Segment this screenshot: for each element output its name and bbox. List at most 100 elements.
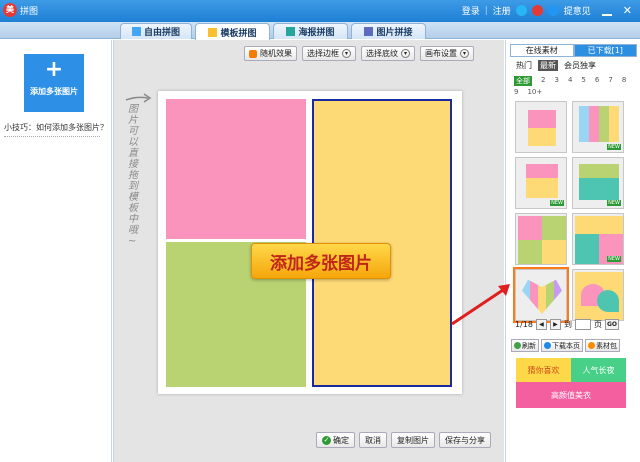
page-unit-label: 页 (593, 320, 602, 329)
add-images-tile[interactable]: + 添加多张图片 (24, 54, 84, 112)
collage-paper: 添加多张图片 (158, 91, 462, 394)
promo-guess-you-like[interactable]: 猜你喜欢 (516, 358, 571, 382)
select-border-button[interactable]: 选择边框 ▾ (302, 46, 356, 61)
tab-template[interactable]: 模板拼图 (195, 23, 270, 40)
tab-splice[interactable]: 图片拼接 (351, 23, 426, 39)
count-10plus[interactable]: 10+ (527, 88, 542, 96)
login-link[interactable]: 登录 (462, 4, 480, 17)
dice-icon (249, 49, 257, 58)
chevron-down-icon: ▾ (460, 49, 469, 58)
drag-hint-text: 图片可以直接拖到模板中哦~ (128, 104, 138, 247)
count-9[interactable]: 9 (514, 88, 518, 96)
thumb-block (528, 110, 556, 128)
feedback-icon (547, 5, 559, 16)
page-number-input[interactable] (574, 319, 591, 330)
title-bar-actions: 登录 | 注册 提意见 ✕ (462, 4, 632, 17)
thumb-block (542, 216, 566, 240)
tab-freeform[interactable]: 自由拼图 (120, 23, 192, 39)
go-button[interactable]: GO (604, 319, 619, 330)
material-pack-button[interactable]: 素材包 (585, 339, 620, 352)
random-effect-label: 随机效果 (260, 49, 292, 58)
filter-hot[interactable]: 热门 (514, 60, 534, 71)
template-thumbnail[interactable]: NEW (572, 213, 624, 265)
qq-icon[interactable] (515, 5, 527, 16)
copy-image-button[interactable]: 复制图片 (391, 432, 435, 448)
feedback-link[interactable]: 提意见 (564, 4, 591, 17)
add-images-label: 添加多张图片 (30, 87, 78, 96)
thumbnail-pager: 1/18 ◀ ▶ 到 页 GO (515, 319, 619, 330)
canvas-toolbar: 随机效果 选择边框 ▾ 选择底纹 ▾ 画布设置 ▾ (244, 46, 474, 61)
tab-online-materials[interactable]: 在线素材 (510, 44, 574, 57)
splice-icon (364, 27, 374, 36)
tab-template-label: 模板拼图 (220, 28, 257, 39)
material-actions: 刷新 下载本页 素材包 (511, 339, 620, 352)
hint-arrow-icon (125, 93, 152, 103)
count-4[interactable]: 4 (568, 76, 572, 86)
template-thumbnail[interactable] (572, 269, 624, 321)
next-page-icon[interactable]: ▶ (549, 319, 561, 330)
thumb-block (518, 240, 542, 264)
count-6[interactable]: 6 (595, 76, 599, 86)
prev-page-icon[interactable]: ◀ (535, 319, 547, 330)
new-badge: NEW (607, 256, 621, 262)
refresh-button[interactable]: 刷新 (511, 339, 539, 352)
count-2[interactable]: 2 (541, 76, 545, 86)
photo-count-filter: 全部 2 3 4 5 6 7 8 9 10+ (514, 76, 634, 96)
thumb-block (526, 178, 558, 198)
template-slot-top-left[interactable] (166, 99, 306, 239)
save-share-button[interactable]: 保存与分享 (439, 432, 491, 448)
new-badge: NEW (607, 144, 621, 150)
template-thumbnail[interactable] (515, 213, 567, 265)
count-all[interactable]: 全部 (514, 76, 532, 86)
count-3[interactable]: 3 (554, 76, 558, 86)
thumb-block (575, 234, 599, 264)
filter-vip[interactable]: 会员独享 (562, 60, 598, 71)
download-page-button[interactable]: 下载本页 (541, 339, 583, 352)
register-link[interactable]: 注册 (493, 4, 511, 17)
filter-newest[interactable]: 最新 (538, 60, 558, 71)
confirm-button[interactable]: ✓ 确定 (316, 432, 355, 448)
count-5[interactable]: 5 (581, 76, 585, 86)
tip-divider (4, 136, 100, 137)
count-8[interactable]: 8 (622, 76, 626, 86)
template-thumbnail[interactable]: NEW (572, 101, 624, 153)
template-thumbnail-grid: NEW NEW NEW NEW (513, 101, 627, 325)
template-thumbnail-selected[interactable] (513, 267, 569, 323)
heart-mosaic (522, 279, 562, 314)
thumb-block (597, 290, 619, 312)
thumb-block (542, 240, 566, 264)
bottom-action-bar: ✓ 确定 取消 复制图片 保存与分享 (316, 432, 491, 448)
tip-link[interactable]: 小技巧：如何添加多张图片？ (4, 122, 108, 133)
left-panel: + 添加多张图片 小技巧：如何添加多张图片？ (0, 40, 112, 462)
thumb-block (518, 216, 542, 240)
promo-fashion[interactable]: 高颜值美衣 (516, 382, 626, 408)
promo-popular[interactable]: 人气长夜 (571, 358, 626, 382)
confirm-label: 确定 (333, 435, 349, 445)
minimize-icon[interactable] (601, 6, 612, 16)
select-texture-label: 选择底纹 (366, 49, 398, 58)
tab-downloaded[interactable]: 已下载[1] (573, 44, 637, 57)
material-panel: 在线素材 已下载[1] 热门 最新 会员独享 全部 2 3 4 5 6 7 8 … (505, 40, 640, 462)
annotation-arrow-icon (451, 284, 510, 326)
random-effect-button[interactable]: 随机效果 (244, 46, 297, 61)
add-multiple-images-button[interactable]: 添加多张图片 (251, 243, 391, 279)
template-thumbnail[interactable]: NEW (572, 157, 624, 209)
thumb-block (579, 164, 619, 178)
thumb-block (575, 216, 623, 234)
mode-tab-strip: 自由拼图 模板拼图 海报拼图 图片拼接 (0, 22, 640, 40)
template-thumbnail[interactable] (515, 101, 567, 153)
tab-poster-label: 海报拼图 (298, 28, 335, 38)
template-thumbnail[interactable]: NEW (515, 157, 567, 209)
goto-label: 到 (563, 320, 572, 329)
close-icon[interactable]: ✕ (623, 4, 632, 17)
title-bar: 美 拼图 登录 | 注册 提意见 ✕ (0, 0, 640, 22)
tab-poster[interactable]: 海报拼图 (273, 23, 348, 39)
promo-banner[interactable]: 猜你喜欢 人气长夜 高颜值美衣 (516, 358, 626, 408)
weibo-icon[interactable] (531, 5, 543, 16)
canvas-settings-button[interactable]: 画布设置 ▾ (420, 46, 474, 61)
canvas-area: 随机效果 选择边框 ▾ 选择底纹 ▾ 画布设置 ▾ 图片可以直接拖到模板中哦~ … (113, 40, 504, 462)
cancel-button[interactable]: 取消 (359, 432, 387, 448)
select-texture-button[interactable]: 选择底纹 ▾ (361, 46, 415, 61)
plus-icon: + (44, 57, 64, 82)
count-7[interactable]: 7 (608, 76, 612, 86)
